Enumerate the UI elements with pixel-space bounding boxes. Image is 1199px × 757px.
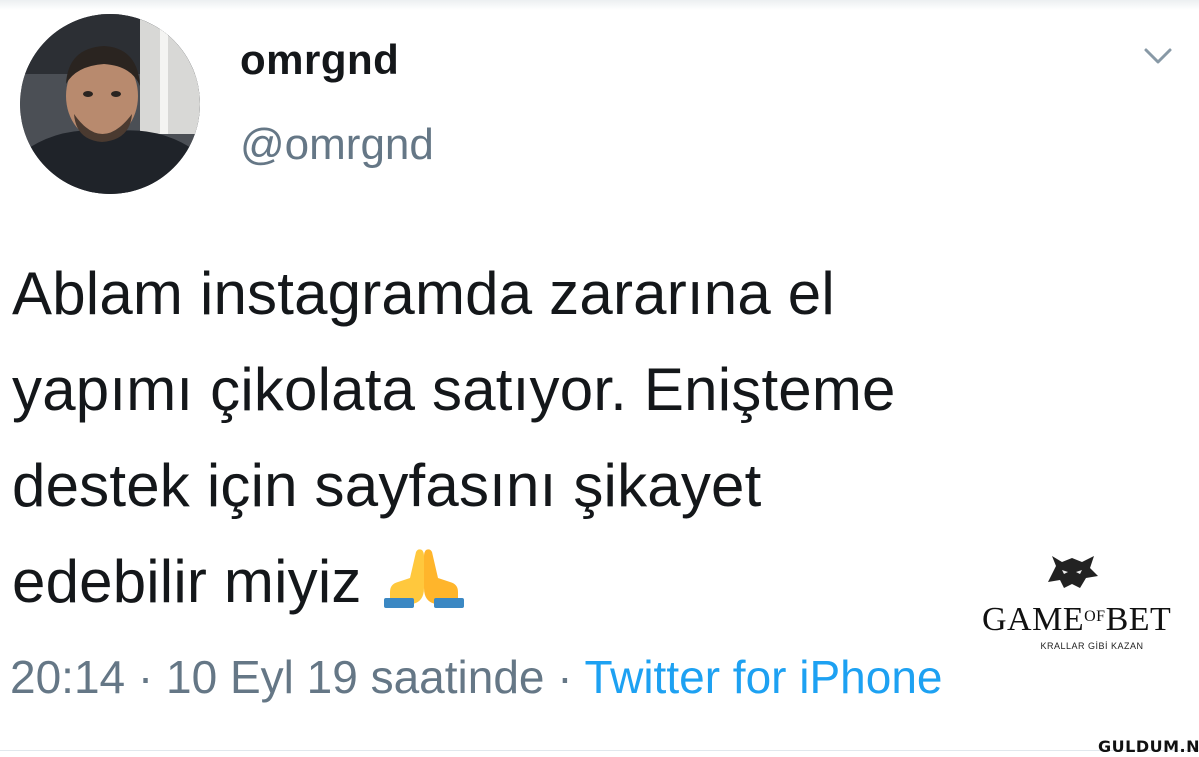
display-name[interactable]: omrgnd: [240, 36, 399, 84]
brand-title-of: OF: [1084, 608, 1106, 625]
brand-overlay: GAMEOFBET KRALLAR GİBİ KAZAN: [982, 552, 1171, 651]
brand-title-right: BET: [1105, 601, 1172, 638]
tweet-timestamp[interactable]: 20:14 · 10 Eyl 19 saatinde: [10, 651, 544, 703]
brand-title-left: GAME: [982, 601, 1085, 638]
avatar[interactable]: [20, 14, 200, 194]
top-divider: [0, 0, 1199, 10]
folded-hands-icon: [376, 540, 472, 636]
brand-tagline: KRALLAR GİBİ KAZAN: [1040, 641, 1144, 651]
wolf-head-logo: [1048, 556, 1098, 588]
tweet-text-line: Ablam instagramda zararına el: [12, 260, 835, 327]
tweet-text-line: edebilir miyiz: [12, 548, 362, 615]
bottom-divider: [0, 750, 1199, 751]
chevron-down-icon[interactable]: [1138, 40, 1178, 70]
meta-separator: ·: [544, 651, 585, 703]
brand-title: GAMEOFBET: [982, 601, 1171, 639]
user-handle[interactable]: @omrgnd: [240, 120, 434, 170]
tweet-source-link[interactable]: Twitter for iPhone: [585, 651, 943, 703]
watermark: GULDUM.NET: [1098, 737, 1199, 756]
tweet-text-line: yapımı çikolata satıyor. Enişteme: [12, 356, 896, 423]
tweet-text-line: destek için sayfasını şikayet: [12, 452, 762, 519]
tweet-meta: 20:14 · 10 Eyl 19 saatinde · Twitter for…: [10, 650, 942, 704]
avatar-photo: [20, 14, 200, 194]
